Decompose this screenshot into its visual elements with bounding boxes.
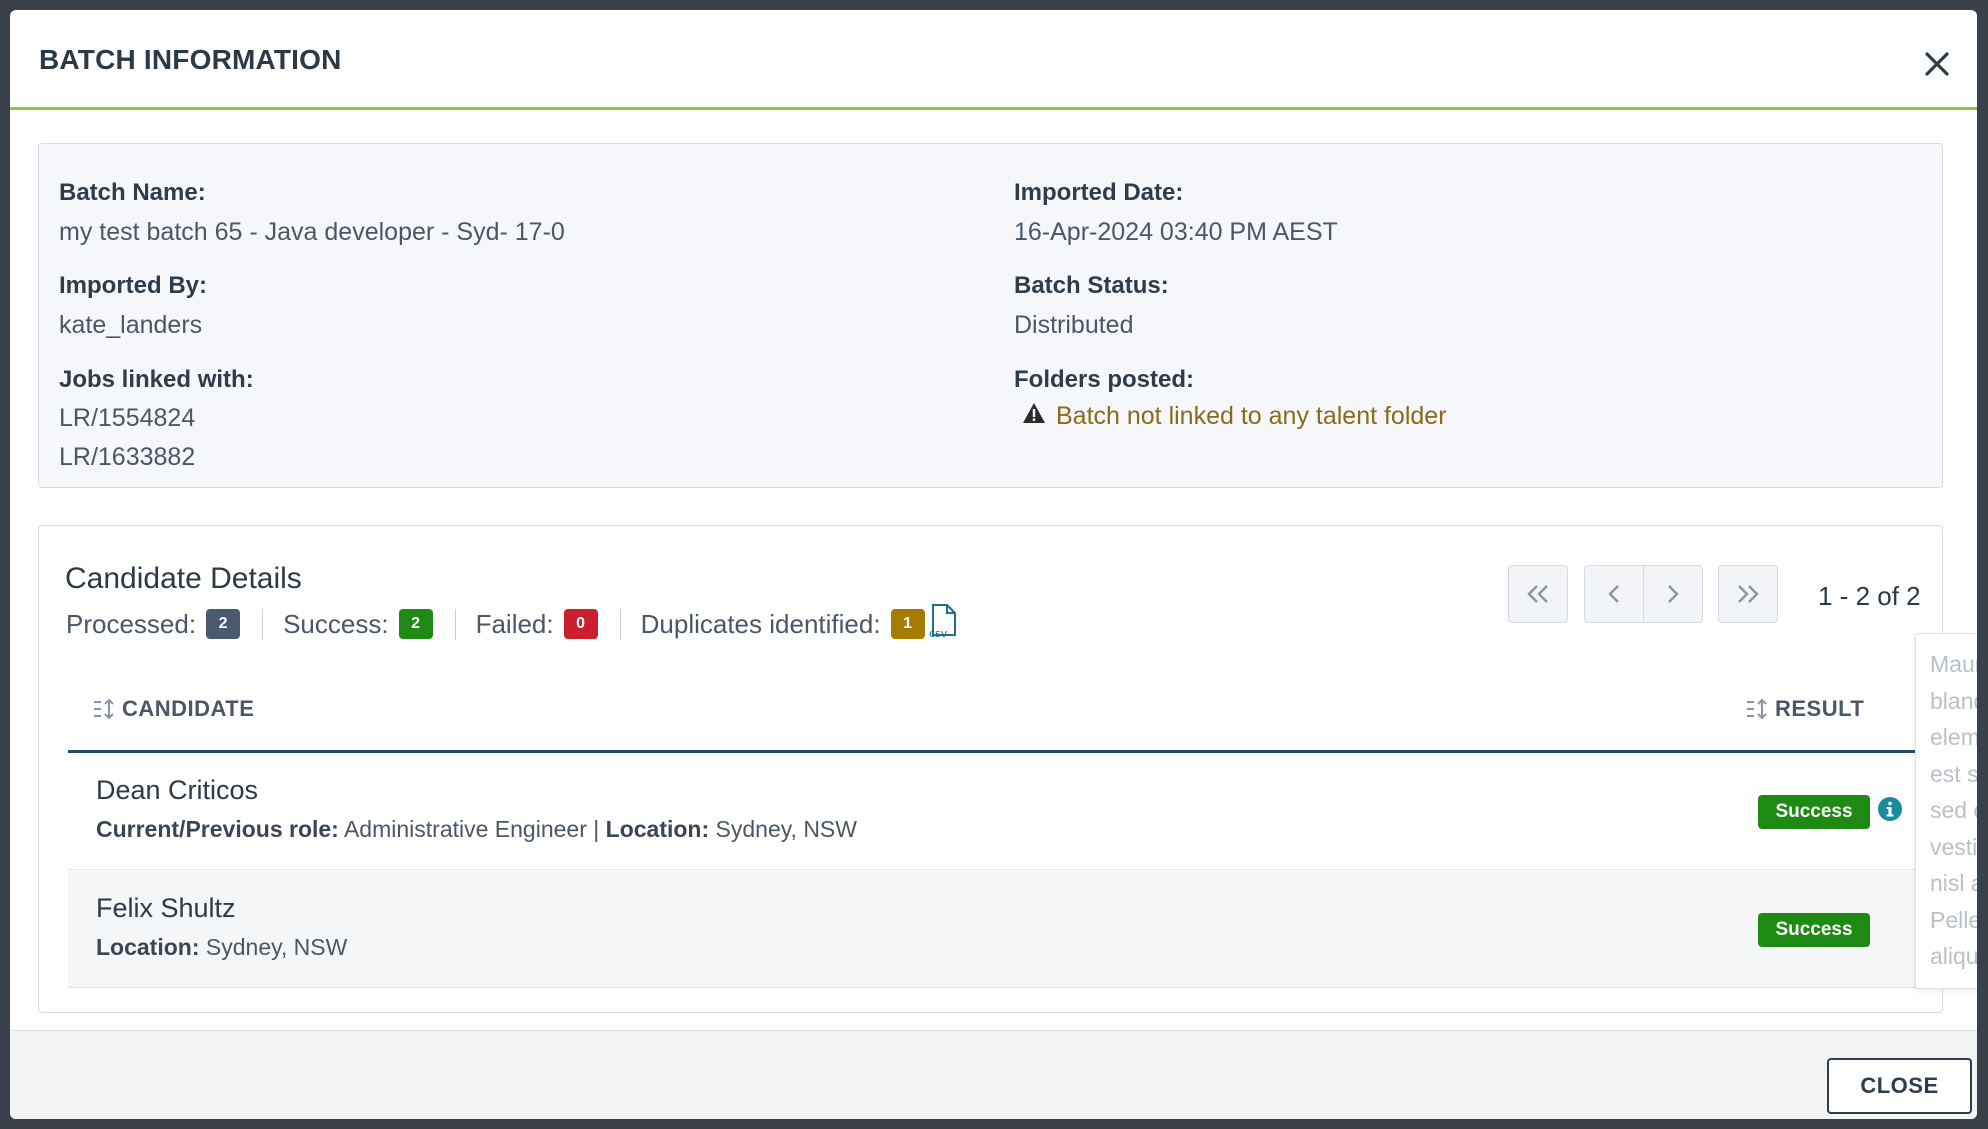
failed-count-badge: 0: [563, 609, 598, 639]
candidate-meta: Current/Previous role: Administrative En…: [96, 816, 857, 843]
role-label: Current/Previous role:: [96, 816, 339, 842]
batch-info-panel: [38, 143, 1943, 488]
candidate-column-header[interactable]: CANDIDATE: [92, 696, 254, 722]
tooltip-line: eleme: [1930, 724, 1977, 750]
role-value: Administrative Engineer: [343, 816, 587, 842]
imported-by-label: Imported By:: [59, 272, 208, 299]
imported-by-value: kate_landers: [59, 311, 203, 339]
chevron-left-icon: [1608, 585, 1619, 603]
stat-duplicates: Duplicates identified: 1: [619, 608, 933, 640]
first-page-button[interactable]: [1508, 565, 1568, 623]
tooltip-line: nisl a: [1930, 870, 1977, 896]
chevron-right-icon: [1668, 585, 1679, 603]
stat-label: Duplicates identified:: [640, 608, 881, 639]
tooltip-line: bland: [1930, 687, 1977, 714]
folders-warning: Batch not linked to any talent folder: [1022, 402, 1447, 431]
last-page-button[interactable]: [1718, 565, 1778, 623]
batch-name-value: my test batch 65 - Java developer - Syd-…: [59, 218, 565, 246]
processed-count-badge: 2: [206, 609, 241, 639]
tooltip-line: sed c: [1930, 797, 1977, 823]
tooltip-line: Peller: [1930, 906, 1977, 933]
folders-warning-text: Batch not linked to any talent folder: [1056, 402, 1447, 430]
jobs-linked-label: Jobs linked with:: [59, 366, 254, 393]
pagination-summary: 1 - 2 of 2: [1818, 581, 1921, 611]
close-button[interactable]: CLOSE: [1827, 1058, 1972, 1114]
folders-posted-label: Folders posted:: [1014, 366, 1195, 393]
candidate-details-title: Candidate Details: [65, 562, 302, 595]
close-icon[interactable]: [1920, 47, 1954, 81]
stat-processed: Processed: 2: [66, 609, 262, 640]
duplicates-count-badge: 1: [890, 609, 925, 639]
tooltip-text: Maur bland eleme est se sed c vestib nis…: [1930, 646, 1977, 975]
dialog-title: BATCH INFORMATION: [39, 44, 342, 75]
candidate-column-label: CANDIDATE: [122, 696, 255, 721]
meta-separator: |: [593, 816, 606, 842]
sort-icon: [1747, 698, 1767, 720]
result-badge: Success: [1758, 795, 1870, 829]
info-tooltip: Maur bland eleme est se sed c vestib nis…: [1915, 633, 1977, 989]
result-column-label: RESULT: [1775, 696, 1865, 721]
csv-download-icon[interactable]: csv: [927, 603, 961, 646]
candidate-meta: Location: Sydney, NSW: [96, 934, 347, 961]
candidate-name[interactable]: Dean Criticos: [96, 775, 258, 806]
location-value: Sydney, NSW: [205, 934, 348, 960]
stat-label: Failed:: [475, 608, 554, 639]
stat-label: Processed:: [66, 608, 197, 639]
stat-label: Success:: [283, 608, 389, 639]
double-chevron-left-icon: [1527, 585, 1548, 603]
tooltip-line: est se: [1930, 760, 1977, 787]
table-row: Dean Criticos Current/Previous role: Adm…: [68, 753, 1928, 870]
info-icon[interactable]: [1877, 796, 1903, 822]
location-label: Location:: [96, 934, 200, 960]
batch-name-label: Batch Name:: [59, 179, 206, 206]
batch-information-dialog: BATCH INFORMATION Batch Name: my test ba…: [10, 10, 1977, 1119]
table-row: Felix Shultz Location: Sydney, NSW Succe…: [68, 871, 1928, 988]
stat-failed: Failed: 0: [454, 608, 620, 640]
sort-icon: [94, 698, 114, 720]
next-page-button[interactable]: [1643, 565, 1703, 623]
result-column-header[interactable]: RESULT: [1745, 696, 1864, 722]
job-link-item: LR/1554824: [59, 404, 196, 432]
double-chevron-right-icon: [1738, 585, 1759, 603]
imported-date-label: Imported Date:: [1014, 179, 1184, 206]
tooltip-line: Maur: [1930, 651, 1977, 677]
location-value: Sydney, NSW: [715, 816, 857, 842]
previous-page-button[interactable]: [1584, 565, 1644, 623]
job-link-item: LR/1633882: [59, 443, 196, 471]
candidate-name[interactable]: Felix Shultz: [96, 893, 236, 924]
success-count-badge: 2: [398, 609, 433, 639]
dialog-header: BATCH INFORMATION: [10, 10, 1977, 110]
result-badge: Success: [1758, 913, 1870, 947]
tooltip-line: vestib: [1930, 833, 1977, 860]
imported-date-value: 16-Apr-2024 03:40 PM AEST: [1014, 218, 1338, 246]
stat-success: Success: 2: [262, 608, 455, 640]
dialog-footer: [10, 1030, 1977, 1119]
warning-icon: [1022, 402, 1046, 431]
tooltip-line: aliqu: [1930, 943, 1977, 969]
candidate-stats: Processed: 2 Success: 2 Failed: 0 Duplic…: [66, 603, 961, 642]
location-label: Location:: [605, 816, 710, 842]
csv-label: csv: [929, 627, 948, 639]
batch-status-value: Distributed: [1014, 311, 1134, 339]
batch-status-label: Batch Status:: [1014, 272, 1169, 299]
